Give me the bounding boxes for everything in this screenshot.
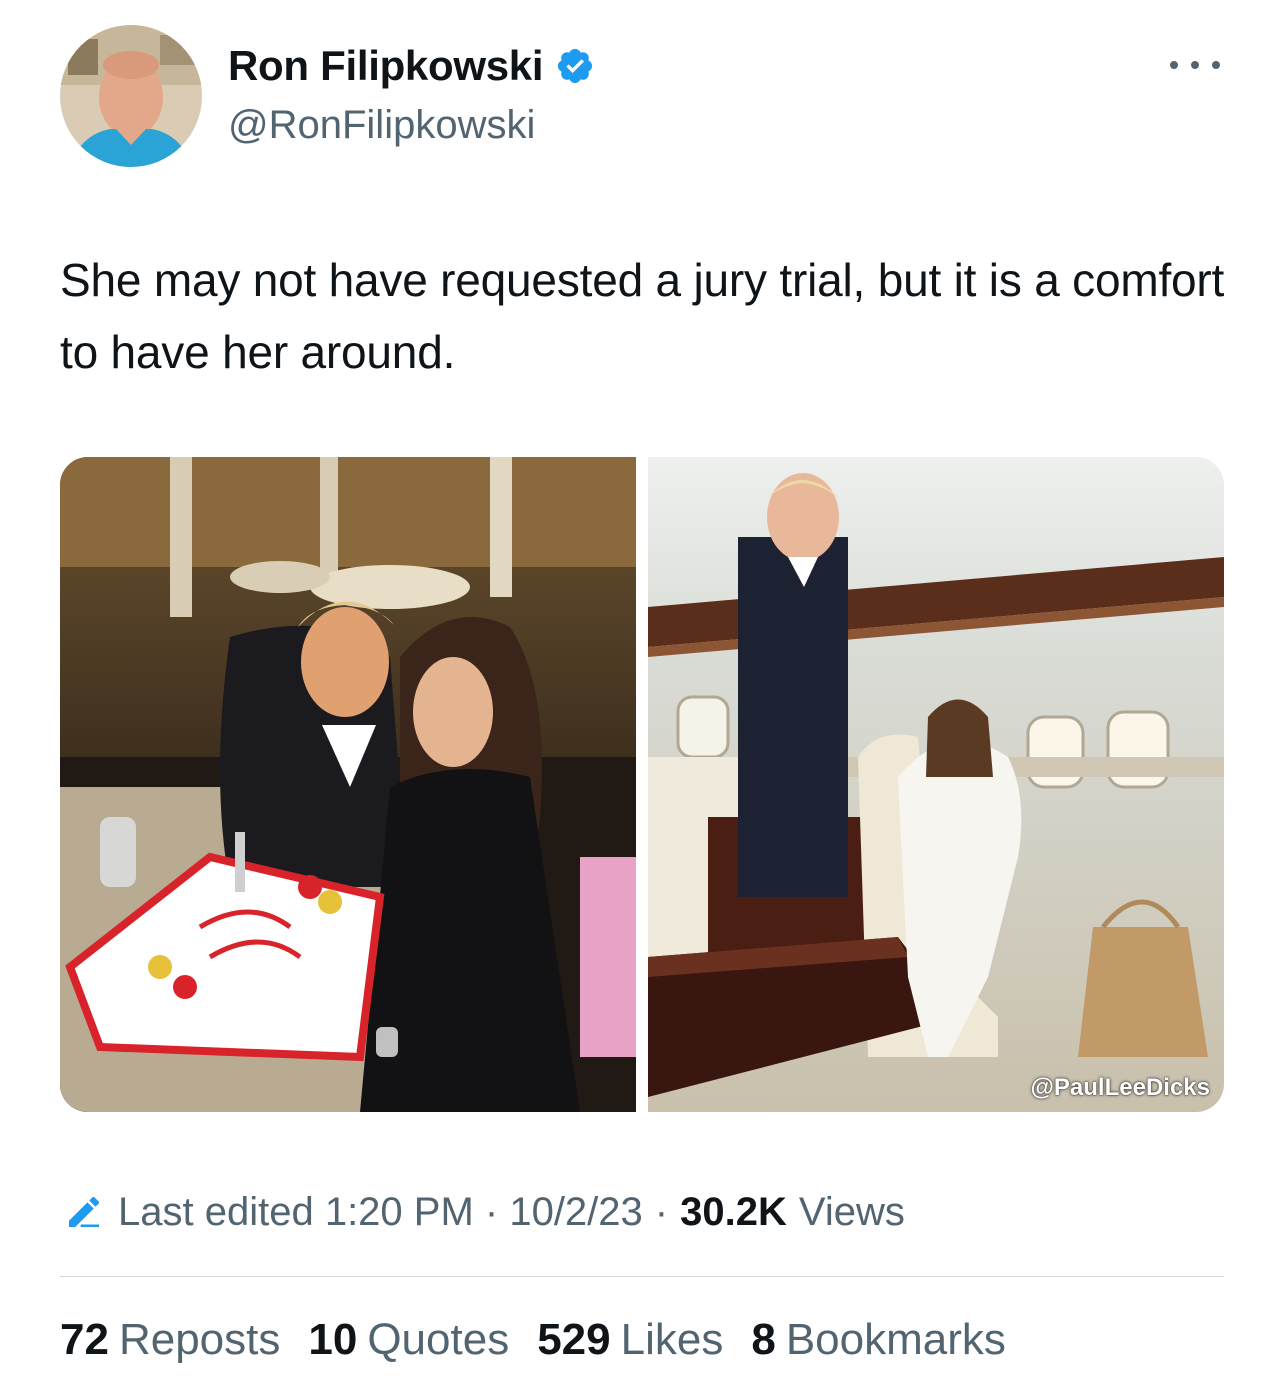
bookmarks-count: 8 <box>751 1315 776 1364</box>
author-display-name[interactable]: Ron Filipkowski <box>228 40 544 92</box>
photo-airplane-cabin-icon <box>648 457 1224 1112</box>
avatar-photo <box>60 25 202 167</box>
quotes-count: 10 <box>308 1315 358 1364</box>
meta-separator: · <box>654 1190 669 1234</box>
more-dot-icon <box>1212 61 1220 69</box>
media-photo-1[interactable] <box>60 457 636 1112</box>
likes-label: Likes <box>620 1315 724 1364</box>
bookmarks-label: Bookmarks <box>785 1315 1006 1364</box>
reposts-label: Reposts <box>118 1315 281 1364</box>
photo-birthday-cake-icon <box>60 457 636 1112</box>
more-dot-icon <box>1191 61 1199 69</box>
bookmarks-stat[interactable]: 8 Bookmarks <box>751 1312 1006 1368</box>
quotes-label: Quotes <box>367 1315 510 1364</box>
views-label: Views <box>798 1190 905 1234</box>
likes-stat[interactable]: 529 Likes <box>537 1312 723 1368</box>
edit-pencil-icon <box>69 1196 100 1227</box>
reposts-count: 72 <box>60 1315 109 1364</box>
views-count: 30.2K <box>680 1190 787 1234</box>
divider <box>60 1276 1224 1277</box>
media-grid: @PaulLeeDicks <box>60 457 1224 1112</box>
author-name-row[interactable]: Ron Filipkowski <box>228 40 595 92</box>
more-dot-icon <box>1170 61 1178 69</box>
more-options-button[interactable] <box>1170 50 1220 80</box>
author-handle[interactable]: @RonFilipkowski <box>228 100 535 150</box>
engagement-stats: 72 Reposts 10 Quotes 529 Likes 8 Bookmarks <box>60 1312 1034 1368</box>
author-avatar[interactable] <box>60 25 202 167</box>
likes-count: 529 <box>537 1315 611 1364</box>
edited-timestamp-link[interactable]: Last edited 1:20 PM · 10/2/23 <box>118 1186 643 1238</box>
tweet-meta-row: Last edited 1:20 PM · 10/2/23 · 30.2K Vi… <box>64 1186 905 1238</box>
verified-badge-icon <box>558 48 593 84</box>
quotes-stat[interactable]: 10 Quotes <box>308 1312 509 1368</box>
reposts-stat[interactable]: 72 Reposts <box>60 1312 280 1368</box>
image-watermark: @PaulLeeDicks <box>1030 1074 1210 1101</box>
tweet-text: She may not have requested a jury trial,… <box>60 254 1225 378</box>
media-photo-2[interactable]: @PaulLeeDicks <box>648 457 1224 1112</box>
